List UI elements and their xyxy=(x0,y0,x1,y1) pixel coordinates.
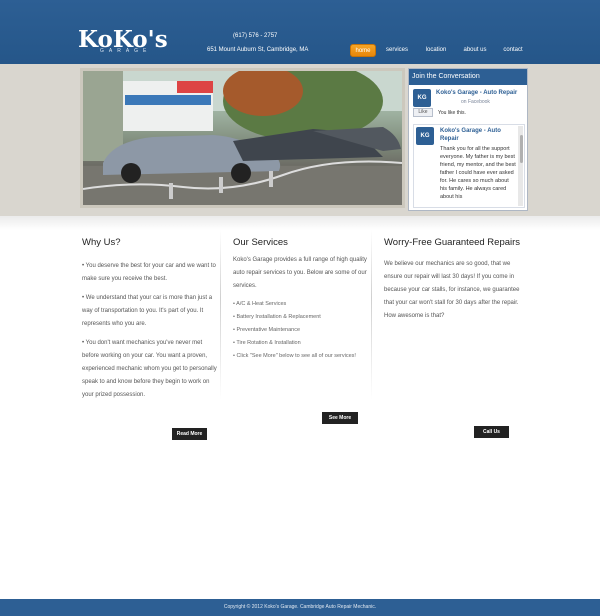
facebook-post-scroll-thumb[interactable] xyxy=(520,135,523,163)
content-top-shade xyxy=(0,216,600,230)
facebook-likes-text: You like this. xyxy=(438,110,466,116)
services-list-item: • A/C & Heat Services xyxy=(233,301,287,307)
facebook-on-label[interactable]: on Facebook xyxy=(461,99,490,105)
services-list-item: • Click "See More" below to see all of o… xyxy=(233,353,356,359)
facebook-post-author[interactable]: Koko's Garage - Auto Repair xyxy=(440,127,510,143)
nav-about-us[interactable]: about us xyxy=(460,44,490,57)
site-footer: Copyright © 2012 Koko's Garage. Cambridg… xyxy=(0,599,600,616)
services-list-item: • Battery Installation & Replacement xyxy=(233,314,321,320)
why-us-point-3: • You don't want mechanics you've never … xyxy=(82,340,217,398)
header-phone: (617) 576 - 2757 xyxy=(233,33,278,39)
see-more-button[interactable]: See More xyxy=(322,412,358,424)
why-us-column: Why Us? • You deserve the best for your … xyxy=(82,236,220,402)
site-logo-subtitle: GARAGE xyxy=(100,48,152,54)
services-list-item: • Preventative Maintenance xyxy=(233,327,301,333)
services-list: • A/C & Heat Services • Battery Installa… xyxy=(233,298,371,363)
why-us-point-2: • We understand that your car is more th… xyxy=(82,295,213,327)
nav-contact[interactable]: contact xyxy=(500,44,526,57)
guarantee-title: Worry-Free Guaranteed Repairs xyxy=(384,237,521,248)
facebook-widget: Join the Conversation KG Koko's Garage -… xyxy=(408,68,528,211)
facebook-post-text: Thank you for all the support everyone. … xyxy=(440,146,516,200)
why-us-point-1: • You deserve the best for your car and … xyxy=(82,263,216,282)
garage-photo-illustration xyxy=(83,71,402,205)
site-header: KoKo's GARAGE (617) 576 - 2757 651 Mount… xyxy=(0,0,600,64)
guarantee-text: We believe our mechanics are so good, th… xyxy=(384,261,520,319)
header-address: 651 Mount Auburn St, Cambridge, MA xyxy=(207,47,309,53)
facebook-page-name[interactable]: Koko's Garage - Auto Repair xyxy=(436,89,524,98)
call-us-button[interactable]: Call Us xyxy=(474,426,509,438)
garage-photo xyxy=(80,68,405,208)
services-list-item: • Tire Rotation & Installation xyxy=(233,340,301,346)
services-column: Our Services Koko's Garage provides a fu… xyxy=(233,236,371,363)
facebook-like-button[interactable]: Like xyxy=(413,108,433,117)
services-title: Our Services xyxy=(233,237,288,248)
nav-location[interactable]: location xyxy=(422,44,450,57)
column-divider xyxy=(220,230,221,400)
facebook-page-logo[interactable]: KG xyxy=(413,89,431,107)
facebook-post: KG Koko's Garage - Auto Repair Thank you… xyxy=(413,124,525,208)
why-us-title: Why Us? xyxy=(82,237,121,248)
facebook-widget-title: Join the Conversation xyxy=(409,69,527,85)
read-more-button[interactable]: Read More xyxy=(172,428,207,440)
column-divider xyxy=(371,230,372,400)
guarantee-column: Worry-Free Guaranteed Repairs We believe… xyxy=(384,236,522,323)
facebook-post-avatar[interactable]: KG xyxy=(416,127,434,145)
nav-services[interactable]: services xyxy=(384,44,410,57)
services-intro: Koko's Garage provides a full range of h… xyxy=(233,257,367,289)
nav-home[interactable]: home xyxy=(350,44,376,57)
